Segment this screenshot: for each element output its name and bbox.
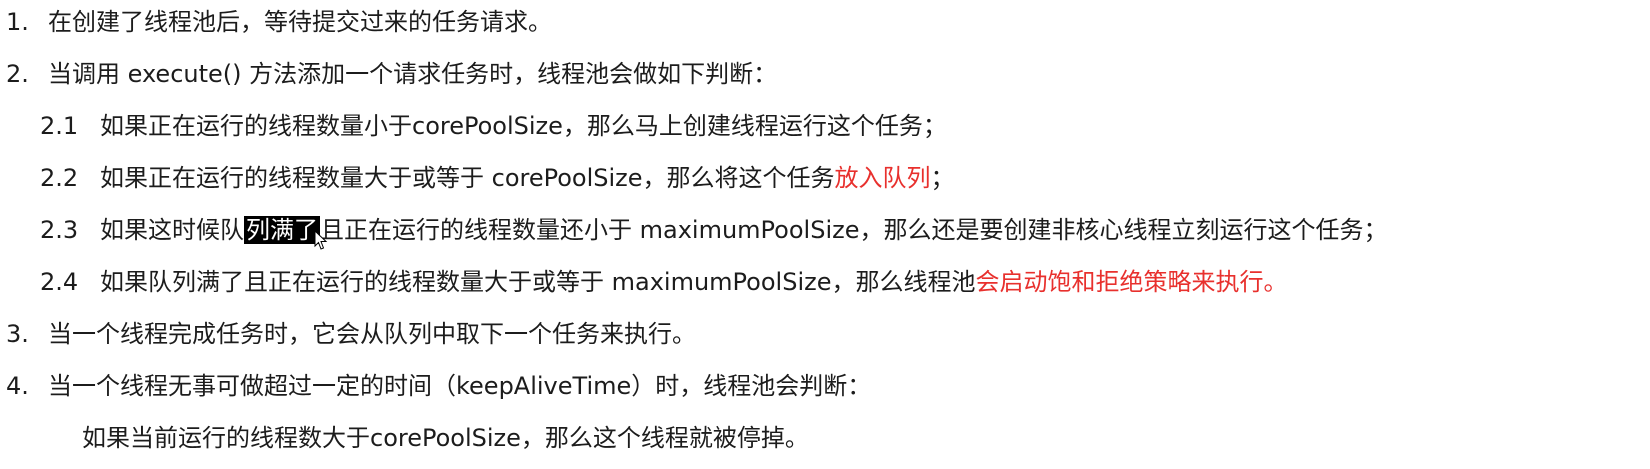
sub-item-text-part: 如果队列满了且正在运行的线程数量大于或等于 maximumPoolSize，那么… bbox=[100, 268, 976, 296]
sub-item-text: 如果正在运行的线程数量小于corePoolSize，那么马上创建线程运行这个任务… bbox=[100, 112, 947, 140]
sub-item-text-part: 且正在运行的线程数量还小于 maximumPoolSize，那么还是要创建非核心… bbox=[320, 216, 1388, 244]
list-item-text: 当调用 execute() 方法添加一个请求任务时，线程池会做如下判断： bbox=[48, 60, 778, 88]
list-item-text: 当一个线程无事可做超过一定的时间（keepAliveTime）时，线程池会判断： bbox=[48, 372, 872, 400]
sub-item-text-part: 如果这时候队 bbox=[100, 216, 244, 244]
sub-item-text: 如果队列满了且正在运行的线程数量大于或等于 maximumPoolSize，那么… bbox=[100, 262, 1287, 302]
sub-item-number: 2.2 bbox=[40, 164, 79, 192]
list-item-text: 在创建了线程池后，等待提交过来的任务请求。 bbox=[48, 8, 552, 36]
list-number: 3. bbox=[6, 320, 29, 348]
sub-item-text: 如果正在运行的线程数量大于或等于 corePoolSize，那么将这个任务放入队… bbox=[100, 158, 955, 198]
selected-text-label: 列满了 bbox=[246, 216, 318, 244]
mouse-pointer-icon bbox=[314, 230, 328, 250]
highlighted-red-text: 会启动饱和拒绝策略来执行。 bbox=[975, 268, 1288, 296]
list-item-text: 当一个线程完成任务时，它会从队列中取下一个任务来执行。 bbox=[48, 320, 696, 348]
list-number: 4. bbox=[6, 372, 29, 400]
sub-item-text: 如果这时候队列满了 且正在运行的线程数量还小于 maximumPoolSize，那… bbox=[100, 210, 1387, 250]
sub-item-text-end: ； bbox=[930, 164, 955, 192]
document-page: 1. 在创建了线程池后，等待提交过来的任务请求。 2. 当调用 execute(… bbox=[0, 0, 1650, 469]
sub-item-number: 2.3 bbox=[40, 216, 79, 244]
list-number: 1. bbox=[6, 8, 29, 36]
sub-item-number: 2.1 bbox=[40, 112, 79, 140]
sub-item-text-part: 如果正在运行的线程数量大于或等于 corePoolSize，那么将这个任务 bbox=[100, 164, 835, 192]
sub-item-number: 2.4 bbox=[40, 268, 79, 296]
selected-text[interactable]: 列满了 bbox=[244, 216, 328, 250]
list-number: 2. bbox=[6, 60, 29, 88]
detail-text: 如果当前运行的线程数大于corePoolSize，那么这个线程就被停掉。 bbox=[82, 424, 809, 452]
highlighted-red-text: 放入队列 bbox=[834, 164, 931, 192]
